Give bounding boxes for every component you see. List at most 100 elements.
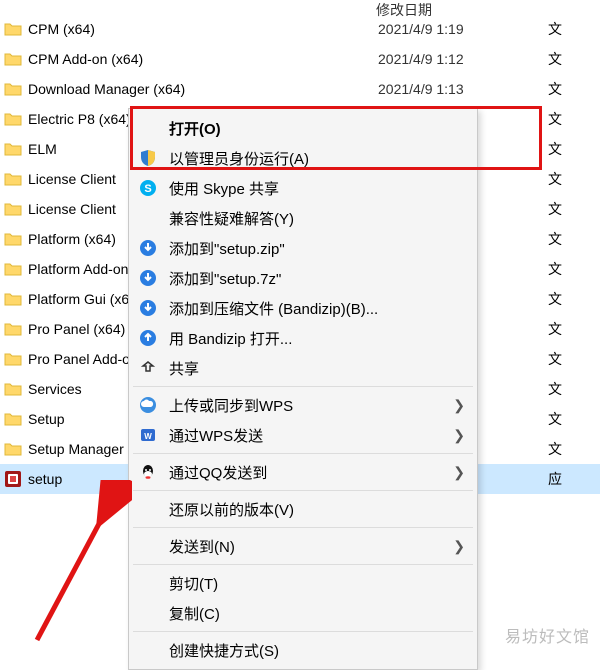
menu-wps-upload[interactable]: 上传或同步到WPS ❯ — [131, 390, 475, 420]
svg-text:S: S — [144, 183, 151, 195]
menu-separator — [133, 386, 473, 387]
folder-icon — [4, 200, 22, 218]
file-type: 文 — [548, 289, 600, 309]
folder-icon — [4, 260, 22, 278]
file-type: 文 — [548, 379, 600, 399]
watermark: 易坊好文馆 — [505, 623, 590, 647]
share-icon — [139, 359, 157, 377]
file-type: 文 — [548, 109, 600, 129]
file-name: Download Manager (x64) — [28, 81, 378, 97]
file-date: 2021/4/9 1:13 — [378, 81, 548, 97]
file-type: 文 — [548, 349, 600, 369]
menu-label: 用 Bandizip 打开... — [169, 328, 465, 349]
file-type: 文 — [548, 259, 600, 279]
file-date: 2021/4/9 1:19 — [378, 21, 548, 37]
skype-icon: S — [139, 179, 157, 197]
menu-share[interactable]: 共享 — [131, 353, 475, 383]
wps-icon: W — [139, 426, 157, 444]
menu-label: 兼容性疑难解答(Y) — [169, 208, 465, 229]
submenu-arrow-icon: ❯ — [453, 397, 465, 414]
menu-wps-send[interactable]: W 通过WPS发送 ❯ — [131, 420, 475, 450]
folder-icon — [4, 440, 22, 458]
menu-label: 打开(O) — [169, 118, 465, 139]
folder-icon — [4, 80, 22, 98]
folder-icon — [4, 410, 22, 428]
menu-label: 共享 — [169, 358, 465, 379]
file-name: CPM (x64) — [28, 21, 378, 37]
file-type: 应 — [548, 469, 600, 489]
menu-separator — [133, 453, 473, 454]
context-menu: 打开(O) 以管理员身份运行(A) S 使用 Skype 共享 兼容性疑难解答(… — [128, 108, 478, 670]
file-type: 文 — [548, 19, 600, 39]
file-date: 2021/4/9 1:12 — [378, 51, 548, 67]
menu-label: 通过QQ发送到 — [169, 462, 453, 483]
file-type: 文 — [548, 169, 600, 189]
menu-separator — [133, 490, 473, 491]
menu-open[interactable]: 打开(O) — [131, 113, 475, 143]
menu-open-bandizip[interactable]: 用 Bandizip 打开... — [131, 323, 475, 353]
file-name: CPM Add-on (x64) — [28, 51, 378, 67]
menu-label: 还原以前的版本(V) — [169, 499, 465, 520]
menu-label: 剪切(T) — [169, 573, 465, 594]
folder-icon — [4, 140, 22, 158]
menu-label: 上传或同步到WPS — [169, 395, 453, 416]
file-row[interactable]: Download Manager (x64) 2021/4/9 1:13 文 — [0, 74, 600, 104]
menu-compat[interactable]: 兼容性疑难解答(Y) — [131, 203, 475, 233]
file-type: 文 — [548, 139, 600, 159]
menu-copy[interactable]: 复制(C) — [131, 598, 475, 628]
file-row[interactable]: CPM (x64) 2021/4/9 1:19 文 — [0, 14, 600, 44]
cloud-upload-icon — [139, 396, 157, 414]
folder-icon — [4, 50, 22, 68]
menu-label: 以管理员身份运行(A) — [169, 148, 465, 169]
menu-skype-share[interactable]: S 使用 Skype 共享 — [131, 173, 475, 203]
menu-create-shortcut[interactable]: 创建快捷方式(S) — [131, 635, 475, 665]
menu-label: 创建快捷方式(S) — [169, 640, 465, 661]
file-type: 文 — [548, 229, 600, 249]
menu-send-to[interactable]: 发送到(N) ❯ — [131, 531, 475, 561]
archive-icon — [139, 269, 157, 287]
submenu-arrow-icon: ❯ — [453, 427, 465, 444]
folder-icon — [4, 170, 22, 188]
folder-icon — [4, 20, 22, 38]
folder-icon — [4, 320, 22, 338]
submenu-arrow-icon: ❯ — [453, 464, 465, 481]
exe-icon — [4, 470, 22, 488]
file-row[interactable]: CPM Add-on (x64) 2021/4/9 1:12 文 — [0, 44, 600, 74]
menu-label: 添加到"setup.7z" — [169, 268, 465, 289]
menu-separator — [133, 527, 473, 528]
menu-qq-send[interactable]: 通过QQ发送到 ❯ — [131, 457, 475, 487]
menu-label: 复制(C) — [169, 603, 465, 624]
file-type: 文 — [548, 49, 600, 69]
menu-label: 添加到"setup.zip" — [169, 238, 465, 259]
svg-text:W: W — [144, 432, 152, 441]
menu-add-7z[interactable]: 添加到"setup.7z" — [131, 263, 475, 293]
file-type: 文 — [548, 199, 600, 219]
menu-add-bandizip[interactable]: 添加到压缩文件 (Bandizip)(B)... — [131, 293, 475, 323]
folder-icon — [4, 230, 22, 248]
annotation-arrow — [22, 480, 132, 650]
file-type: 文 — [548, 79, 600, 99]
menu-separator — [133, 564, 473, 565]
menu-label: 发送到(N) — [169, 536, 453, 557]
archive-icon — [139, 239, 157, 257]
menu-label: 通过WPS发送 — [169, 425, 453, 446]
menu-prev-versions[interactable]: 还原以前的版本(V) — [131, 494, 475, 524]
menu-label: 使用 Skype 共享 — [169, 178, 465, 199]
file-type: 文 — [548, 439, 600, 459]
menu-add-zip[interactable]: 添加到"setup.zip" — [131, 233, 475, 263]
menu-run-as-admin[interactable]: 以管理员身份运行(A) — [131, 143, 475, 173]
qq-icon — [139, 463, 157, 481]
archive-icon — [139, 299, 157, 317]
folder-icon — [4, 110, 22, 128]
file-type: 文 — [548, 409, 600, 429]
folder-icon — [4, 290, 22, 308]
folder-icon — [4, 350, 22, 368]
file-type: 文 — [548, 319, 600, 339]
shield-icon — [139, 149, 157, 167]
folder-icon — [4, 380, 22, 398]
bandizip-icon — [139, 329, 157, 347]
menu-label: 添加到压缩文件 (Bandizip)(B)... — [169, 298, 465, 319]
menu-separator — [133, 631, 473, 632]
submenu-arrow-icon: ❯ — [453, 538, 465, 555]
menu-cut[interactable]: 剪切(T) — [131, 568, 475, 598]
